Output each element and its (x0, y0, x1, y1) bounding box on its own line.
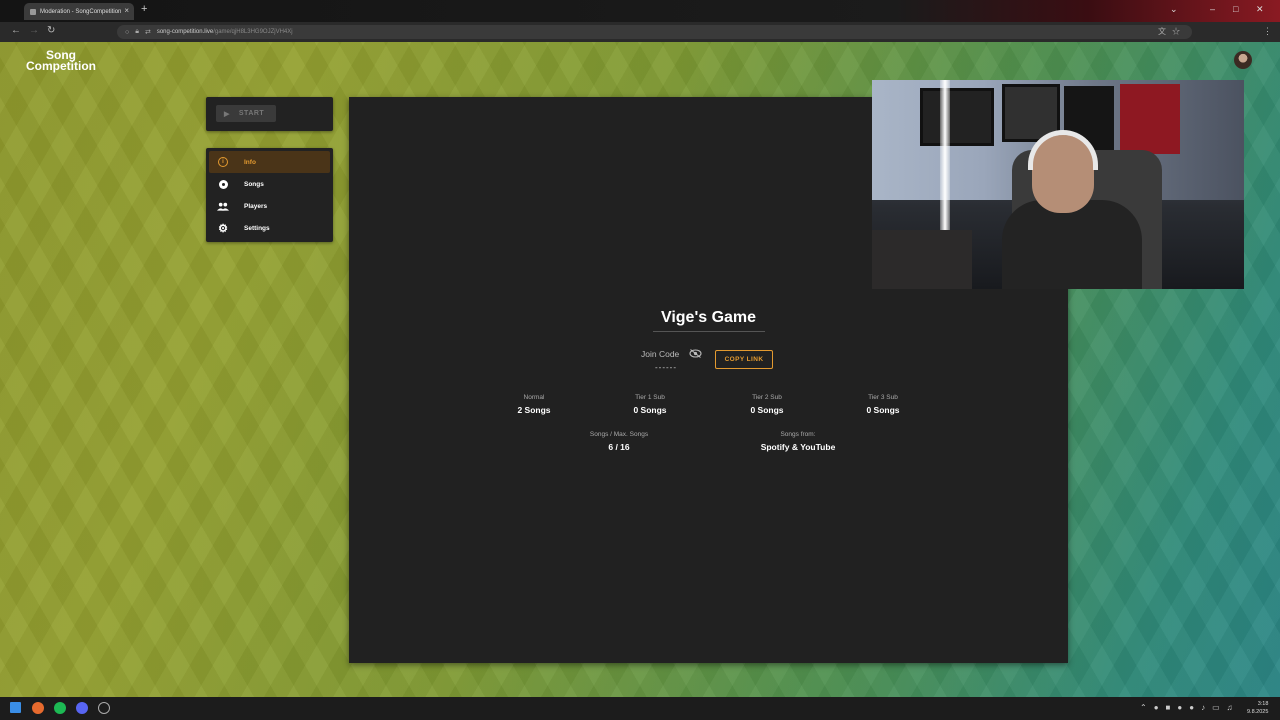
back-icon[interactable]: ← (11, 25, 21, 36)
tab-title: Moderation - SongCompetition (40, 8, 122, 15)
stat-tier3: Tier 3 Sub 0 Songs (823, 394, 943, 415)
tab-favicon-icon (30, 8, 36, 15)
stat-song-count: Songs / Max. Songs 6 / 16 (559, 431, 679, 452)
stat-normal: Normal 2 Songs (474, 394, 594, 415)
microphone-icon[interactable]: ♪ (1201, 703, 1212, 712)
stat-label: Normal (523, 394, 545, 401)
side-nav: i Info Songs Players ⚙ Settings (206, 148, 333, 242)
stat-label: Tier 1 Sub (635, 394, 665, 401)
join-code-label: Join Code (641, 349, 680, 359)
maximize-icon[interactable]: □ (1233, 4, 1238, 14)
stat-label: Songs from: (780, 431, 816, 438)
bookmark-star-icon[interactable]: ☆ (1172, 27, 1186, 36)
nav-label-players: Players (244, 202, 268, 210)
start-label: START (238, 110, 265, 117)
close-tab-icon[interactable]: × (124, 6, 129, 15)
tray-app-icon[interactable]: ● (1177, 703, 1189, 712)
clock-time: 3:18 (1257, 701, 1269, 707)
system-tray: ⌃●■●●♪▭♫ (1140, 703, 1240, 712)
stat-value: 6 / 16 (608, 442, 630, 452)
nav-item-players[interactable]: Players (209, 195, 330, 217)
url-path: /game/qjH8L3HG9OJZjVH4Xj (213, 29, 293, 35)
network-icon[interactable]: ▭ (1212, 703, 1227, 712)
start-button[interactable]: ▶ START (216, 105, 276, 122)
stat-label: Tier 3 Sub (868, 394, 898, 401)
stat-songs-from: Songs from: Spotify & YouTube (738, 431, 858, 452)
spotify-icon[interactable] (54, 702, 66, 714)
tray-app-icon[interactable]: ● (1189, 703, 1201, 712)
stat-tier2: Tier 2 Sub 0 Songs (707, 394, 827, 415)
tray-chevron-icon[interactable]: ⌃ (1140, 703, 1154, 712)
system-clock[interactable]: 3:18 9.8.2025 (1247, 700, 1268, 716)
browser-menu-icon[interactable]: ⋮ (1263, 26, 1272, 37)
people-icon (217, 200, 229, 212)
app-logo[interactable]: Song Competition (26, 49, 96, 73)
stat-tier1: Tier 1 Sub 0 Songs (590, 394, 710, 415)
webcam-overlay (872, 80, 1244, 289)
game-title: Vige's Game (660, 309, 757, 326)
logo-line-2: Competition (26, 59, 96, 73)
browser-nav-bar: ← → ↻ ○ 🔒︎ ⇄ song-competition.live /game… (0, 22, 1280, 42)
stat-value: 0 Songs (750, 405, 784, 415)
address-bar[interactable]: ○ 🔒︎ ⇄ song-competition.live /game/qjH8L… (117, 25, 1192, 39)
copy-link-button[interactable]: COPY LINK (715, 350, 773, 369)
translate-icon[interactable]: 文 (1158, 27, 1172, 36)
lock-icon: 🔒︎ (135, 28, 139, 35)
clock-date: 9.8.2025 (1247, 709, 1269, 715)
title-divider (653, 331, 765, 332)
info-icon: i (217, 156, 229, 168)
new-tab-icon[interactable]: + (141, 3, 147, 15)
obs-icon[interactable] (98, 702, 110, 714)
tray-app-icon[interactable]: ■ (1166, 703, 1178, 712)
page-settings-icon: ⇄ (144, 29, 151, 36)
nav-item-songs[interactable]: Songs (209, 173, 330, 195)
webcam-frame (920, 88, 994, 146)
start-menu-icon[interactable] (10, 702, 21, 713)
stat-value: 0 Songs (633, 405, 667, 415)
gear-icon: ⚙ (218, 222, 228, 235)
stat-value: 2 Songs (517, 405, 551, 415)
tab-list-icon[interactable]: ⌄ (1170, 4, 1178, 15)
stat-value: Spotify & YouTube (760, 442, 836, 452)
nav-label-settings: Settings (244, 224, 270, 232)
user-avatar[interactable] (1234, 51, 1252, 69)
taskbar: ⌃●■●●♪▭♫ 3:18 9.8.2025 (0, 697, 1280, 720)
shield-icon: ○ (125, 28, 130, 36)
nav-item-settings[interactable]: ⚙ Settings (209, 217, 330, 239)
close-window-icon[interactable]: ✕ (1256, 4, 1264, 15)
nav-label-songs: Songs (244, 180, 264, 188)
webcam-desk (872, 230, 972, 289)
start-panel: ▶ START (206, 97, 333, 131)
join-code-value: ------ (655, 363, 677, 372)
discord-icon[interactable] (76, 702, 88, 714)
eye-off-icon[interactable] (689, 349, 702, 358)
minimize-icon[interactable]: – (1210, 4, 1215, 14)
disc-icon (217, 178, 229, 190)
forward-icon[interactable]: → (29, 25, 39, 36)
play-icon: ▶ (224, 110, 230, 118)
speaker-icon[interactable]: ♫ (1227, 703, 1240, 712)
browser-tab[interactable]: Moderation - SongCompetition × (24, 3, 134, 20)
stat-label: Tier 2 Sub (752, 394, 782, 401)
nav-item-info[interactable]: i Info (209, 151, 330, 173)
reload-icon[interactable]: ↻ (47, 25, 55, 36)
nav-label-info: Info (244, 158, 256, 166)
browser-tab-bar: Moderation - SongCompetition × + ⌄ – □ ✕ (0, 0, 1280, 22)
webcam-shirt (1120, 84, 1180, 154)
firefox-icon[interactable] (32, 702, 44, 714)
url-host: song-competition.live (156, 29, 214, 35)
stat-label: Songs / Max. Songs (589, 431, 649, 438)
stat-value: 0 Songs (866, 405, 900, 415)
tray-app-icon[interactable]: ● (1154, 703, 1166, 712)
webcam-person-body (1002, 200, 1142, 289)
